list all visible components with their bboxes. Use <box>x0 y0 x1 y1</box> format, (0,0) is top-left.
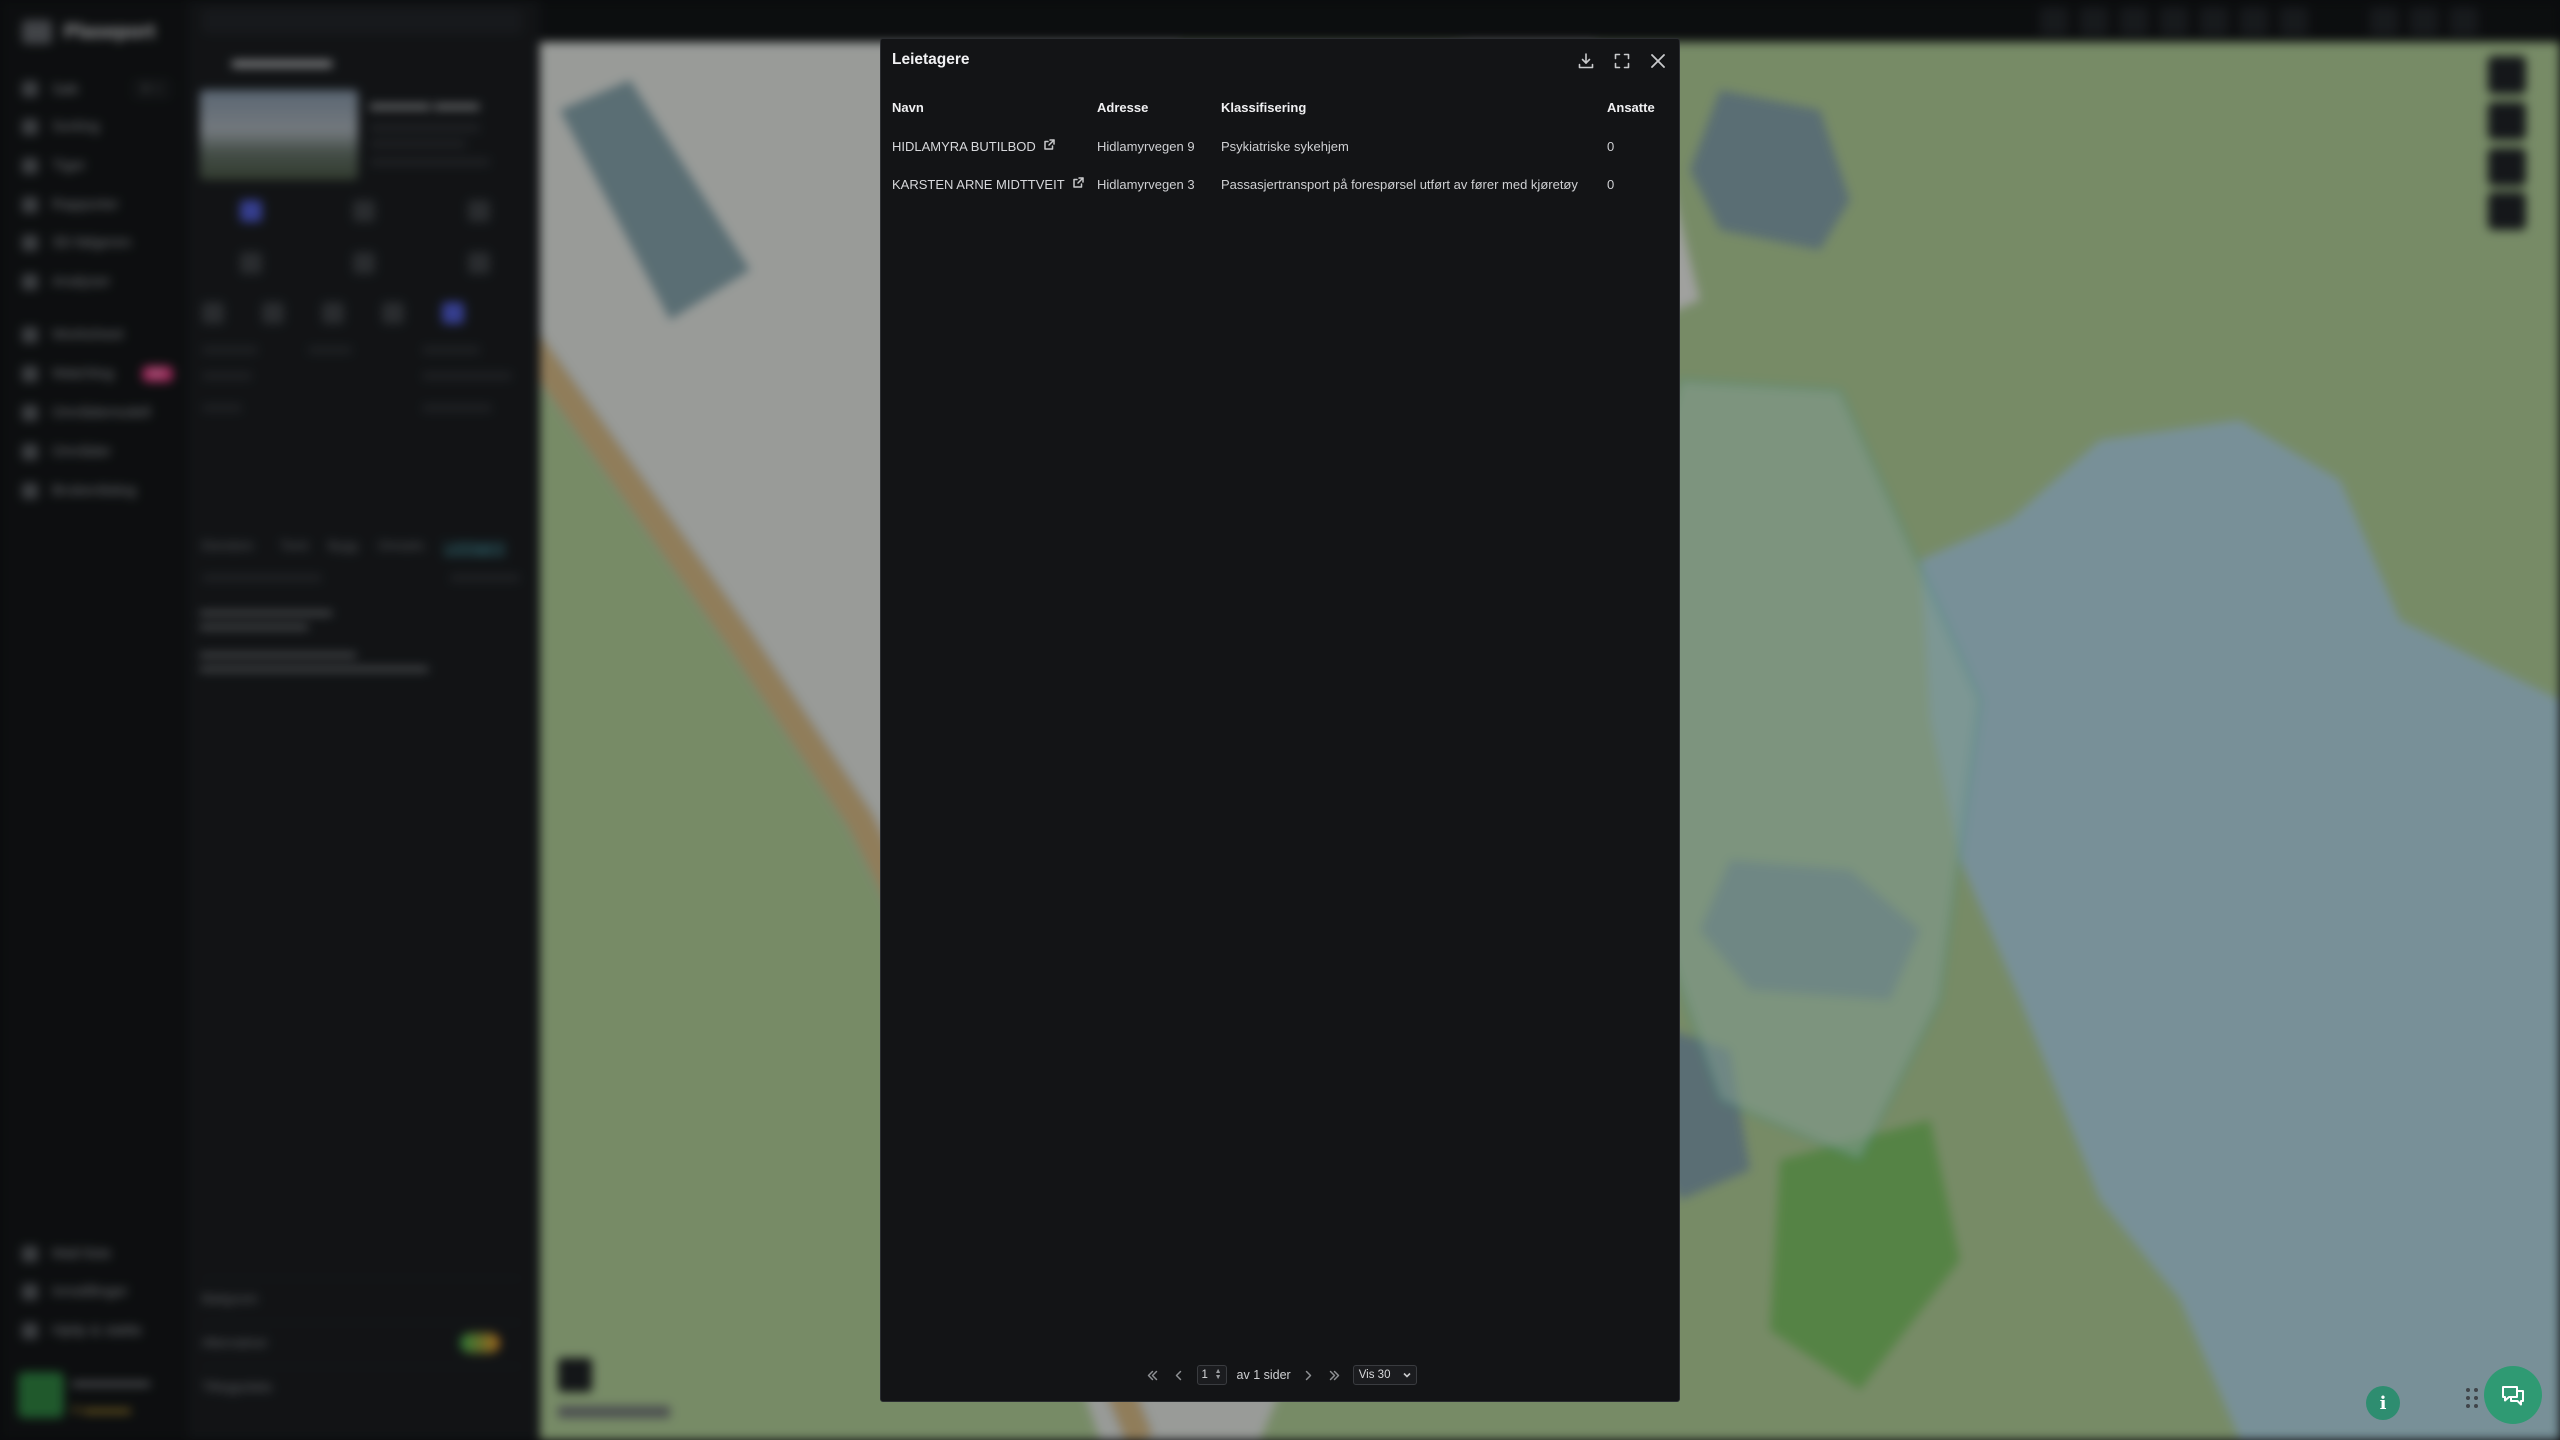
tenant-classification-cell: Passasjertransport på forespørsel utført… <box>1221 176 1578 192</box>
close-icon <box>1651 54 1665 68</box>
download-icon <box>1578 53 1594 69</box>
chevron-left-icon <box>1175 1370 1182 1380</box>
tenant-classification-cell: Psykiatriske sykehjem <box>1221 138 1349 154</box>
tenants-table: Navn Adresse Klassifisering Ansatte HIDL… <box>881 87 1681 203</box>
table-header-row: Navn Adresse Klassifisering Ansatte <box>881 87 1681 127</box>
table-row: HIDLAMYRA BUTILBOD Hidlamyrvegen 9 Psyki… <box>881 127 1681 165</box>
first-page-button[interactable] <box>1145 1367 1161 1383</box>
page-number-input[interactable]: 1 ▲ ▼ <box>1196 1365 1227 1385</box>
fullscreen-button[interactable] <box>1609 48 1635 74</box>
stepper-arrows-icon[interactable]: ▲ ▼ <box>1215 1368 1222 1381</box>
next-page-button[interactable] <box>1301 1367 1317 1383</box>
previous-page-button[interactable] <box>1171 1367 1187 1383</box>
chevron-right-icon <box>1305 1370 1312 1380</box>
info-icon: i <box>2379 1392 2387 1414</box>
external-link-icon[interactable] <box>1044 138 1055 150</box>
pagination: 1 ▲ ▼ av 1 sider Vis 30 <box>881 1365 1681 1385</box>
column-header-name[interactable]: Navn <box>881 87 1086 127</box>
chat-button[interactable] <box>2484 1366 2542 1424</box>
external-link-icon[interactable] <box>1072 176 1084 188</box>
tenant-address-cell: Hidlamyrvegen 3 <box>1097 176 1195 192</box>
tenant-name-cell: HIDLAMYRA BUTILBOD <box>881 127 1086 165</box>
page-size-select[interactable]: Vis 30 <box>1352 1365 1418 1385</box>
double-chevron-left-icon <box>1147 1370 1158 1380</box>
drag-handle-icon[interactable] <box>2466 1388 2480 1408</box>
column-header-classification[interactable]: Klassifisering <box>1210 87 1596 127</box>
download-button[interactable] <box>1573 48 1599 74</box>
tenant-name-link[interactable]: HIDLAMYRA BUTILBOD <box>892 139 1036 154</box>
table-row: KARSTEN ARNE MIDTTVEIT Hidlamyrvegen 3 P… <box>881 165 1681 203</box>
tenant-name-cell: KARSTEN ARNE MIDTTVEIT <box>881 165 1086 203</box>
close-button[interactable] <box>1645 48 1671 74</box>
column-header-employees[interactable]: Ansatte <box>1596 87 1681 127</box>
chat-icon <box>2502 1386 2524 1406</box>
tenant-employees-cell: 0 <box>1607 138 1615 154</box>
info-button[interactable]: i <box>2366 1386 2400 1420</box>
tenants-modal: Leietagere Navn Adresse Klassifisering A… <box>880 38 1680 1402</box>
double-chevron-right-icon <box>1329 1370 1340 1380</box>
modal-actions <box>1573 48 1671 74</box>
chevron-down-icon <box>1403 1372 1412 1378</box>
page-count-text: av 1 sider <box>1236 1368 1291 1382</box>
tenant-address-cell: Hidlamyrvegen 9 <box>1097 138 1195 154</box>
tenant-name-link[interactable]: KARSTEN ARNE MIDTTVEIT <box>892 177 1065 192</box>
modal-title: Leietagere <box>892 51 970 68</box>
fullscreen-icon <box>1614 53 1630 69</box>
column-header-address[interactable]: Adresse <box>1086 87 1210 127</box>
last-page-button[interactable] <box>1327 1367 1343 1383</box>
tenant-employees-cell: 0 <box>1607 176 1615 192</box>
